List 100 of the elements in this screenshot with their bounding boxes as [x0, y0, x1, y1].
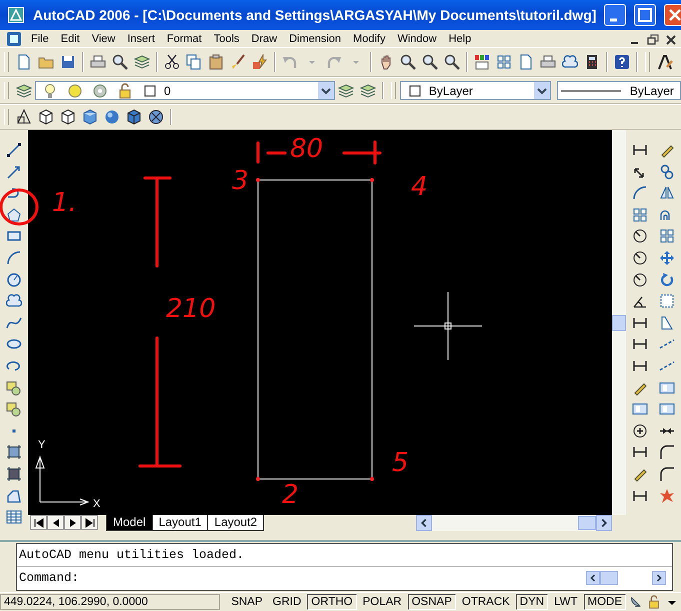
cube-icon[interactable] [38, 109, 54, 125]
cross-arrows-icon[interactable] [659, 250, 675, 266]
satellite-icon[interactable] [629, 595, 643, 609]
layers-icon[interactable] [134, 54, 150, 70]
first-icon[interactable] [32, 516, 46, 530]
circle-icon[interactable] [6, 272, 22, 288]
corner-icon[interactable] [659, 466, 675, 482]
drawing-canvas[interactable]: Y X 80 3 4 210 2 5 1. [28, 130, 612, 515]
magnifier-icon[interactable] [400, 54, 416, 70]
scroll-right-icon[interactable] [596, 515, 612, 531]
region-icon[interactable] [6, 488, 22, 504]
padlock-icon[interactable] [647, 595, 661, 609]
cube-icon[interactable] [126, 109, 142, 125]
status-toggle[interactable]: OTRACK [458, 594, 514, 610]
menu-item[interactable]: Edit [54, 32, 86, 44]
pen-icon[interactable] [657, 54, 673, 70]
radius-icon[interactable] [632, 272, 648, 288]
mirror-icon[interactable] [659, 185, 675, 202]
status-toggle[interactable]: SNAP [227, 594, 267, 610]
menu-item[interactable]: Format [160, 32, 208, 44]
cloud-icon[interactable] [6, 293, 22, 310]
pentagon-icon[interactable] [6, 206, 22, 223]
scroll-thumb[interactable] [600, 571, 618, 585]
calculator-icon[interactable] [584, 54, 600, 70]
cloud-icon[interactable] [562, 54, 578, 70]
triangle-icon[interactable] [659, 314, 675, 331]
magnifier-icon[interactable] [112, 54, 128, 70]
corner-icon[interactable] [659, 444, 675, 460]
last-icon[interactable] [82, 516, 96, 530]
status-toggle[interactable]: ORTHO [307, 594, 357, 610]
question-icon[interactable] [614, 54, 630, 70]
layout-tab[interactable]: Layout1 [152, 515, 208, 531]
grid-icon[interactable] [496, 54, 512, 70]
menu-item[interactable]: Modify [347, 32, 392, 44]
layer-dropdown[interactable]: 0 [34, 81, 335, 100]
menu-item[interactable]: File [25, 32, 55, 44]
scroll-thumb[interactable] [612, 314, 626, 330]
table-icon[interactable] [6, 509, 22, 526]
menu-item[interactable]: Dimension [283, 32, 348, 44]
hatch-icon[interactable] [6, 444, 22, 460]
restore-icon[interactable] [645, 32, 661, 46]
radius-icon[interactable] [632, 228, 648, 244]
arc-icon[interactable] [6, 250, 22, 266]
menu-item[interactable]: Tools [208, 32, 246, 44]
rings-icon[interactable] [659, 164, 675, 180]
dimension-icon[interactable] [632, 142, 648, 158]
menu-item[interactable]: Window [391, 32, 443, 44]
status-toggle[interactable]: MODE [584, 594, 626, 610]
layers-icon[interactable] [338, 82, 354, 98]
scroll-left-icon[interactable] [586, 571, 600, 585]
circular-arrow-icon[interactable] [659, 272, 675, 288]
burst-icon[interactable] [659, 488, 675, 504]
dotted-square-icon[interactable] [659, 293, 675, 310]
status-toggle[interactable]: LWT [550, 594, 582, 610]
cube-icon[interactable] [60, 109, 76, 125]
line-icon[interactable] [6, 142, 22, 158]
gradient-icon[interactable] [6, 466, 22, 482]
scroll-right-icon[interactable] [652, 571, 666, 585]
swatch-icon[interactable] [474, 54, 490, 70]
layers-icon[interactable] [360, 82, 376, 98]
app-icon[interactable] [8, 7, 24, 23]
printer-icon[interactable] [90, 54, 106, 70]
status-toggle[interactable]: DYN [516, 594, 548, 610]
status-toggle[interactable]: OSNAP [408, 594, 456, 610]
command-window[interactable]: AutoCAD menu utilities loaded. Command: [16, 543, 673, 591]
radius-icon[interactable] [632, 250, 648, 266]
scroll-left-icon[interactable] [416, 515, 432, 531]
color-dropdown[interactable]: ByLayer [400, 81, 551, 100]
clipboard-icon[interactable] [208, 54, 224, 70]
menu-item[interactable]: Help [442, 32, 478, 44]
boxed-icon[interactable] [659, 380, 675, 396]
lightning-icon[interactable] [252, 54, 268, 70]
arrow-icon[interactable] [6, 164, 22, 180]
layout-tab[interactable]: Model [106, 515, 153, 531]
horizontal-scrollbar[interactable] [416, 515, 612, 531]
brush-icon[interactable] [230, 54, 246, 70]
printer-icon[interactable] [540, 54, 556, 70]
horizontal-scrollbar[interactable] [586, 571, 666, 585]
layout-tab[interactable]: Layout2 [207, 515, 264, 531]
scissors-icon[interactable] [164, 54, 180, 70]
arc-icon[interactable] [632, 185, 648, 202]
status-toggle[interactable]: POLAR [358, 594, 406, 610]
shapes-icon[interactable] [6, 401, 22, 418]
crossed-sphere-icon[interactable] [148, 109, 164, 125]
grid-icon[interactable] [632, 206, 648, 223]
menu-item[interactable]: Insert [121, 32, 161, 44]
menu-item[interactable]: View [86, 32, 122, 44]
plus-circle-icon[interactable] [632, 422, 648, 439]
magnifier-icon[interactable] [422, 54, 438, 70]
boxed-icon[interactable] [659, 401, 675, 418]
pages-icon[interactable] [186, 54, 202, 70]
layers-icon[interactable] [16, 82, 32, 98]
vertical-scrollbar[interactable] [612, 130, 626, 515]
shapes-icon[interactable] [6, 380, 22, 396]
wireframe-icon[interactable] [16, 109, 32, 125]
boxed-icon[interactable] [632, 401, 648, 418]
magnifier-icon[interactable] [444, 54, 460, 70]
grid-icon[interactable] [659, 228, 675, 244]
scroll-thumb[interactable] [578, 516, 596, 530]
sphere-icon[interactable] [104, 109, 120, 125]
